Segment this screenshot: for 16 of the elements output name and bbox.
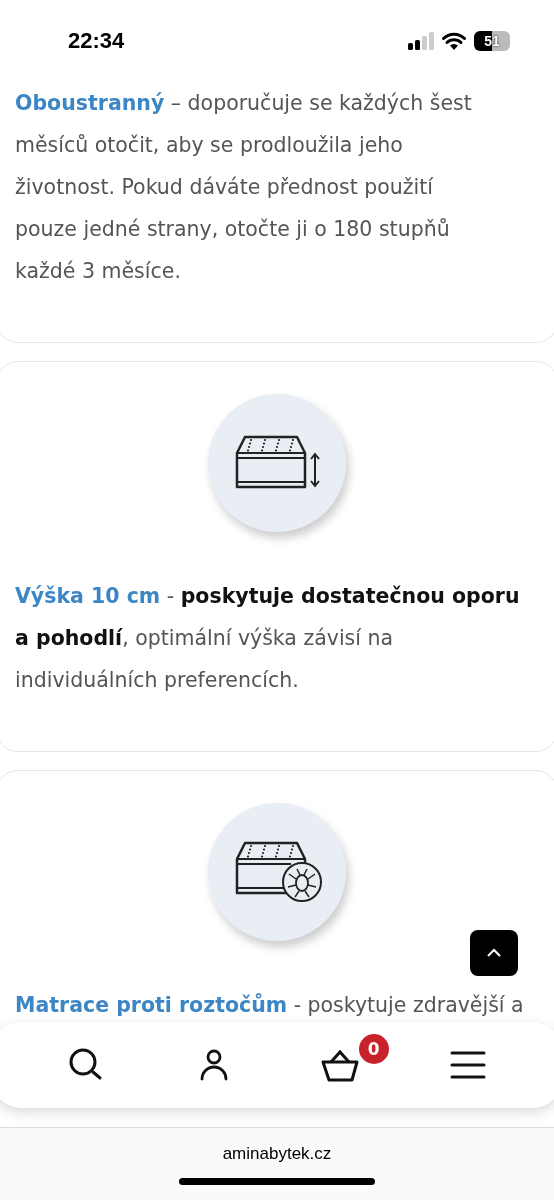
menu-icon: [450, 1050, 487, 1080]
url-text[interactable]: aminabytek.cz: [222, 1144, 332, 1164]
basket-icon: [320, 1048, 359, 1082]
person-icon: [199, 1049, 230, 1081]
feature-text: Výška 10 cm - poskytuje dostatečnou oporu a pohodlí, optimální výška závisí na individuálních preferencích.: [15, 583, 521, 694]
signal-icon: [408, 32, 434, 50]
feature-term: Výška 10 cm: [15, 584, 161, 608]
cart-count: 0: [358, 1034, 389, 1064]
feature-text: Oboustranný – doporučuje se každých šest měsíců otočit, aby se prodloužila jeho životnost. Pokud dáváte přednost použití pouze jedné strany, otočte ji o 180 stupňů každé 3 měsíce.: [15, 90, 473, 285]
chevron-up-icon: [486, 948, 502, 958]
status-time: 22:34: [68, 28, 125, 54]
feature-text: Matrace proti roztočům - poskytuje zdravější a: [15, 992, 525, 1019]
wifi-icon: [442, 32, 466, 50]
scroll-top-button[interactable]: [470, 930, 518, 976]
feature-term: Matrace proti roztočům: [15, 993, 288, 1017]
feature-term: Oboustranný: [15, 91, 165, 115]
